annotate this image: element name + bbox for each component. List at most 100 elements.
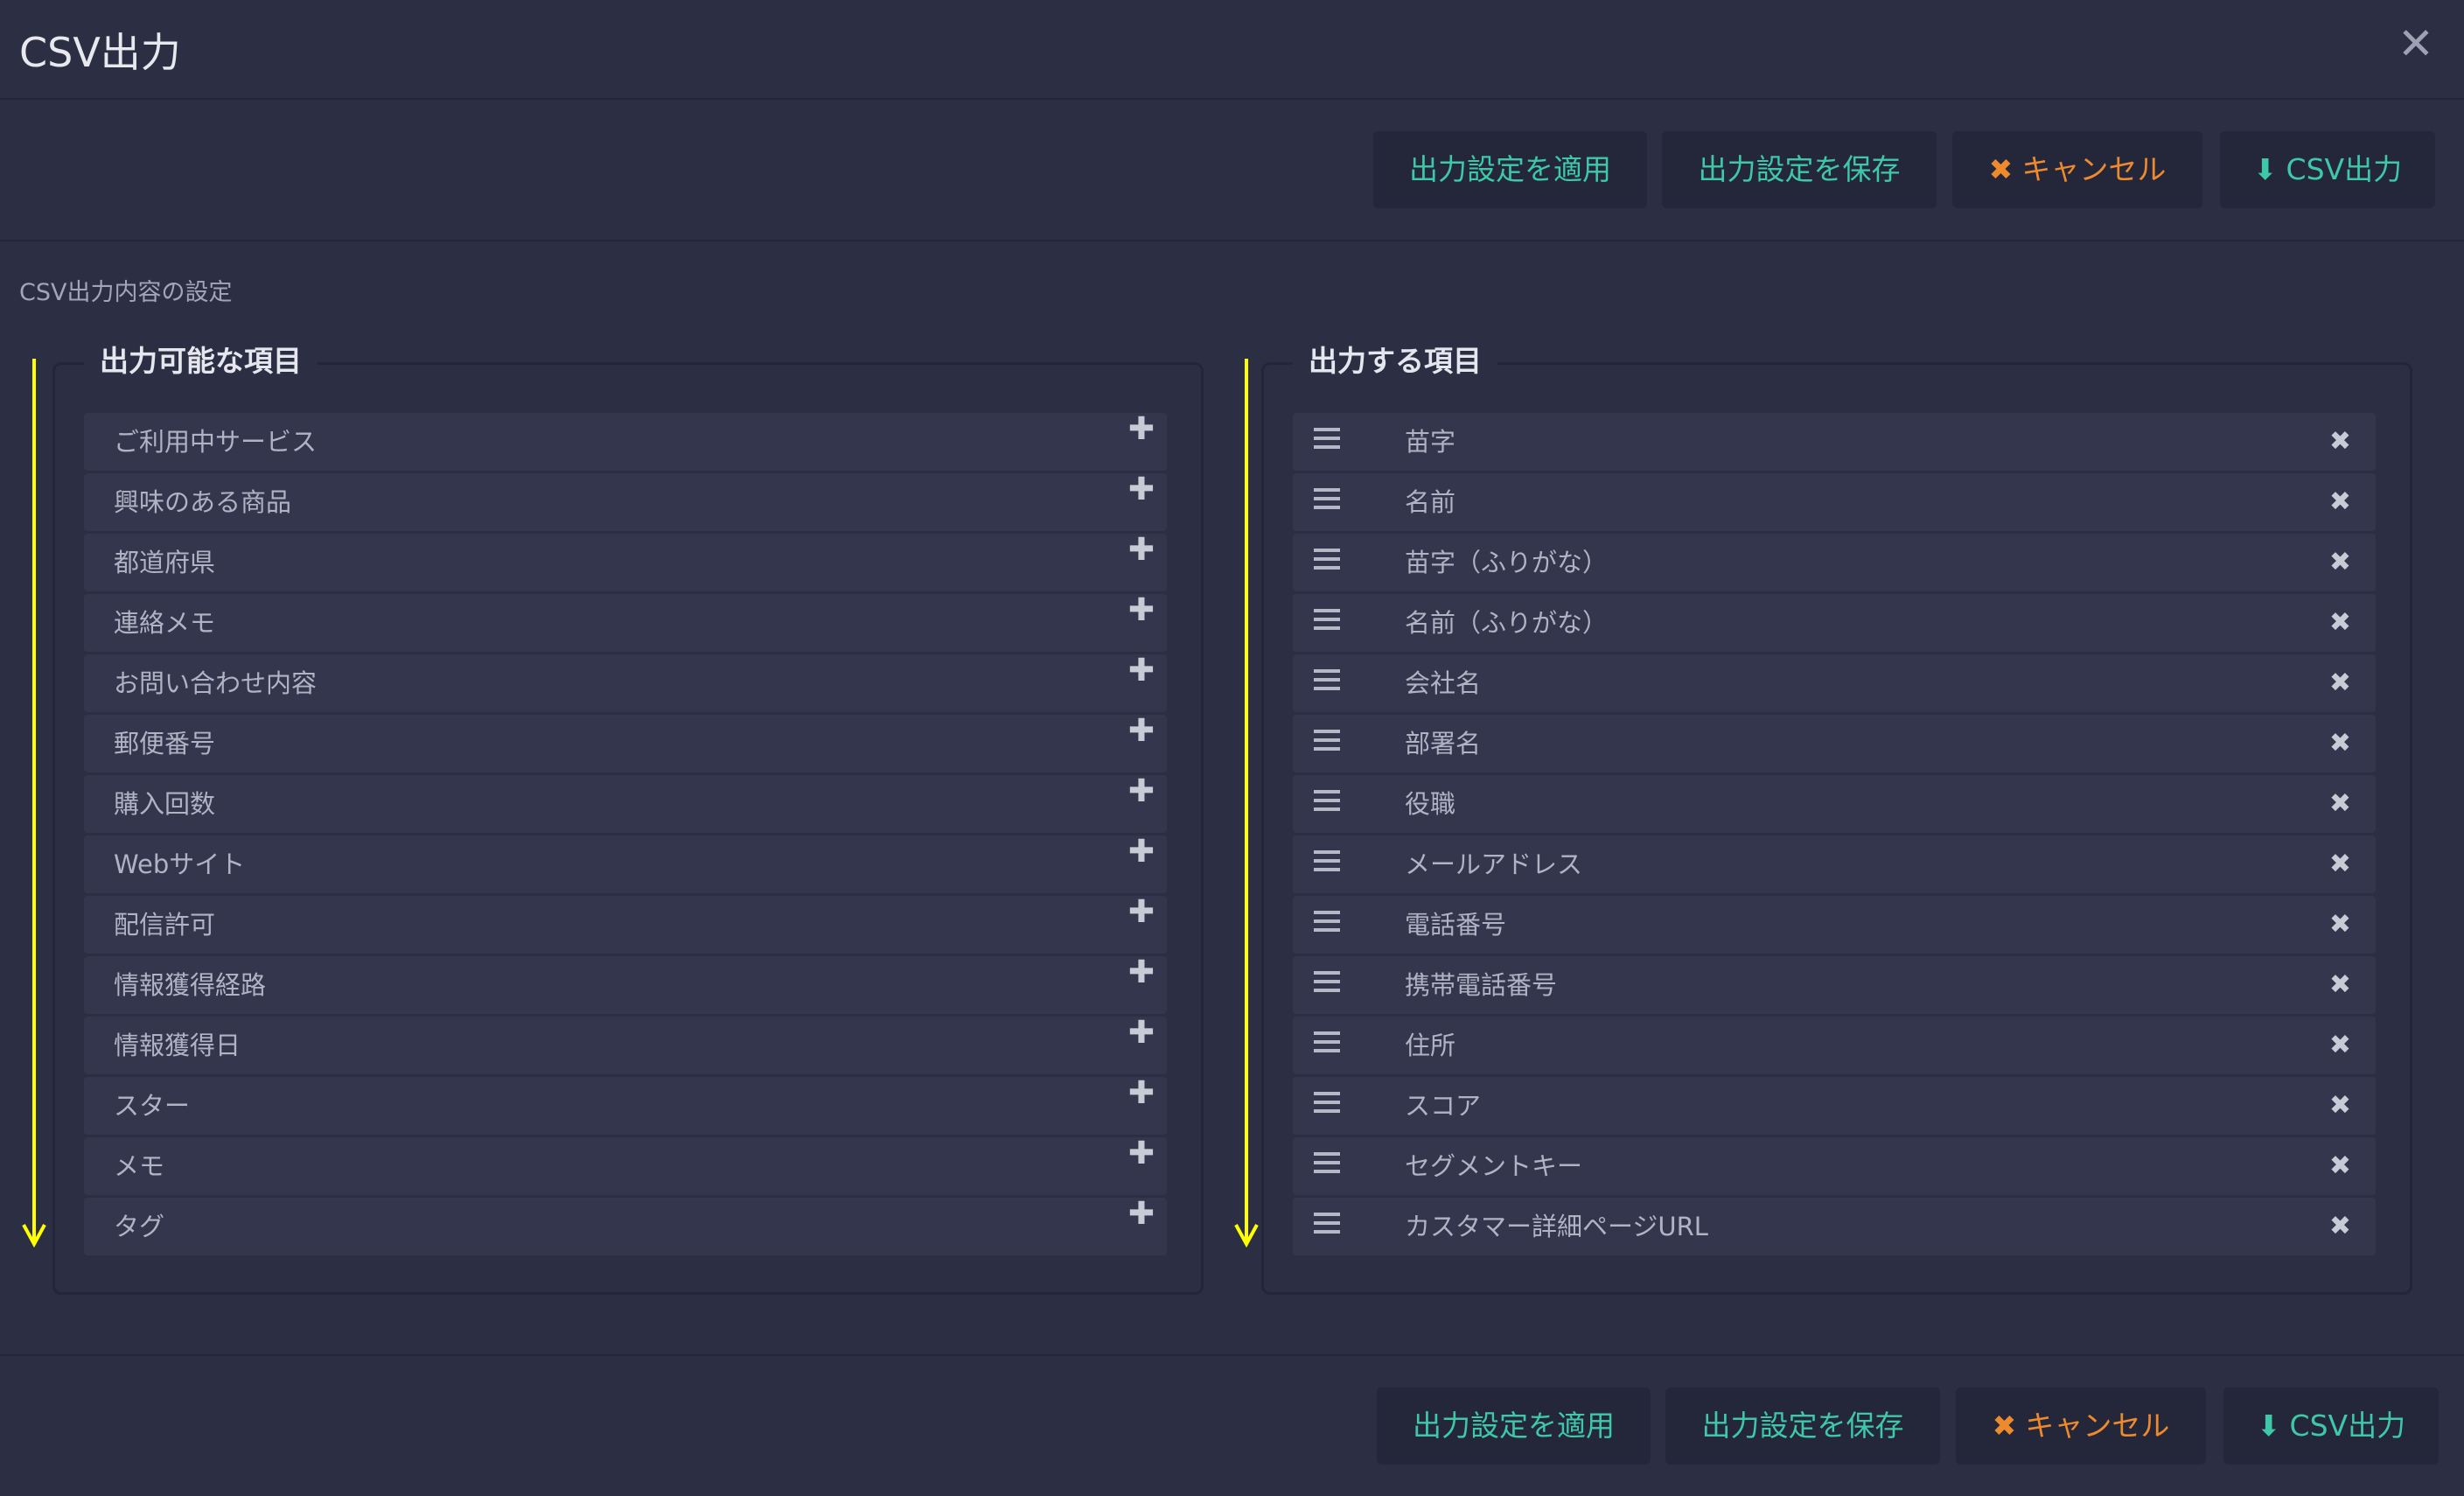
- available-field-item[interactable]: メモ ✚: [84, 1137, 1167, 1195]
- selected-field-item[interactable]: 携帯電話番号 ✖: [1293, 956, 2376, 1014]
- csv-export-button-label: CSV出力: [2289, 1409, 2406, 1443]
- available-field-label: タグ: [114, 1212, 165, 1241]
- available-field-label: 配信許可: [114, 910, 216, 940]
- available-field-item[interactable]: Webサイト ✚: [84, 835, 1167, 893]
- annotation-arrow-right: [1234, 359, 1259, 1248]
- available-field-item[interactable]: 都道府県 ✚: [84, 534, 1167, 591]
- drag-handle-icon[interactable]: [1314, 488, 1340, 511]
- available-field-item[interactable]: 郵便番号 ✚: [84, 715, 1167, 772]
- available-field-item[interactable]: タグ ✚: [84, 1198, 1167, 1255]
- remove-icon[interactable]: ✖: [2329, 594, 2351, 652]
- remove-icon[interactable]: ✖: [2329, 534, 2351, 591]
- selected-field-label: 苗字: [1405, 427, 1456, 457]
- remove-icon[interactable]: ✖: [2329, 1198, 2351, 1255]
- add-icon[interactable]: ✚: [1128, 474, 1155, 506]
- selected-field-item[interactable]: 名前 ✖: [1293, 473, 2376, 531]
- available-field-item[interactable]: 情報獲得日 ✚: [84, 1017, 1167, 1074]
- selected-field-item[interactable]: 苗字 ✖: [1293, 413, 2376, 471]
- add-icon[interactable]: ✚: [1128, 414, 1155, 445]
- drag-handle-icon[interactable]: [1314, 1031, 1340, 1054]
- add-icon[interactable]: ✚: [1128, 655, 1155, 687]
- remove-icon[interactable]: ✖: [2329, 473, 2351, 531]
- csv-export-button-bottom[interactable]: ⬇ CSV出力: [2223, 1388, 2439, 1465]
- remove-icon[interactable]: ✖: [2329, 1137, 2351, 1195]
- available-field-label: お問い合わせ内容: [114, 668, 318, 698]
- selected-field-item[interactable]: 住所 ✖: [1293, 1017, 2376, 1074]
- available-field-item[interactable]: 情報獲得経路 ✚: [84, 956, 1167, 1014]
- remove-icon[interactable]: ✖: [2329, 896, 2351, 954]
- apply-settings-button-bottom[interactable]: 出力設定を適用: [1377, 1388, 1651, 1465]
- cancel-button-bottom[interactable]: ✖ キャンセル: [1956, 1388, 2206, 1465]
- selected-field-label: 名前（ふりがな）: [1405, 608, 1609, 638]
- drag-handle-icon[interactable]: [1314, 428, 1340, 451]
- available-field-label: Webサイト: [114, 849, 246, 879]
- drag-handle-icon[interactable]: [1314, 730, 1340, 752]
- selected-field-item[interactable]: 役職 ✖: [1293, 775, 2376, 833]
- top-toolbar: 出力設定を適用 出力設定を保存 ✖ キャンセル ⬇ CSV出力: [0, 100, 2464, 241]
- remove-icon[interactable]: ✖: [2329, 775, 2351, 833]
- available-field-label: ご利用中サービス: [114, 427, 318, 457]
- drag-handle-icon[interactable]: [1314, 609, 1340, 632]
- add-icon[interactable]: ✚: [1128, 776, 1155, 807]
- available-field-item[interactable]: スター ✚: [84, 1077, 1167, 1135]
- cancel-button-label: キャンセル: [2021, 152, 2167, 186]
- save-settings-button-bottom[interactable]: 出力設定を保存: [1665, 1388, 1940, 1465]
- add-icon[interactable]: ✚: [1128, 1017, 1155, 1049]
- available-field-item[interactable]: 連絡メモ ✚: [84, 594, 1167, 652]
- available-field-item[interactable]: 配信許可 ✚: [84, 896, 1167, 954]
- drag-handle-icon[interactable]: [1314, 790, 1340, 813]
- selected-field-label: 住所: [1405, 1031, 1456, 1060]
- selected-field-item[interactable]: セグメントキー ✖: [1293, 1137, 2376, 1195]
- drag-handle-icon[interactable]: [1314, 1213, 1340, 1235]
- add-icon[interactable]: ✚: [1128, 1199, 1155, 1230]
- drag-handle-icon[interactable]: [1314, 1092, 1340, 1115]
- available-field-item[interactable]: 興味のある商品 ✚: [84, 473, 1167, 531]
- available-field-label: メモ: [114, 1151, 165, 1181]
- add-icon[interactable]: ✚: [1128, 535, 1155, 566]
- add-icon[interactable]: ✚: [1128, 1078, 1155, 1109]
- remove-icon[interactable]: ✖: [2329, 1077, 2351, 1135]
- add-icon[interactable]: ✚: [1128, 836, 1155, 868]
- drag-handle-icon[interactable]: [1314, 911, 1340, 933]
- selected-field-item[interactable]: 名前（ふりがな） ✖: [1293, 594, 2376, 652]
- available-field-label: 郵便番号: [114, 729, 216, 758]
- selected-field-item[interactable]: 電話番号 ✖: [1293, 896, 2376, 954]
- selected-field-item[interactable]: 苗字（ふりがな） ✖: [1293, 534, 2376, 591]
- cancel-button[interactable]: ✖ キャンセル: [1952, 131, 2202, 208]
- remove-icon[interactable]: ✖: [2329, 1017, 2351, 1074]
- remove-icon[interactable]: ✖: [2329, 413, 2351, 471]
- add-icon[interactable]: ✚: [1128, 716, 1155, 747]
- available-field-label: 情報獲得経路: [114, 970, 267, 1000]
- selected-field-item[interactable]: メールアドレス ✖: [1293, 835, 2376, 893]
- add-icon[interactable]: ✚: [1128, 1138, 1155, 1170]
- remove-icon[interactable]: ✖: [2329, 715, 2351, 772]
- selected-field-item[interactable]: カスタマー詳細ページURL ✖: [1293, 1198, 2376, 1255]
- add-icon[interactable]: ✚: [1128, 957, 1155, 989]
- selected-field-label: 会社名: [1405, 668, 1482, 698]
- drag-handle-icon[interactable]: [1314, 850, 1340, 873]
- available-fields-legend: 出力可能な項目: [84, 338, 318, 385]
- csv-export-button[interactable]: ⬇ CSV出力: [2220, 131, 2435, 208]
- selected-fields-legend: 出力する項目: [1293, 338, 1497, 385]
- add-icon[interactable]: ✚: [1128, 595, 1155, 626]
- available-fields-list: ご利用中サービス ✚ 興味のある商品 ✚ 都道府県 ✚ 連絡メモ ✚ お問い合わせ内容 ✚ 郵便番号…: [84, 413, 1167, 1258]
- apply-settings-button[interactable]: 出力設定を適用: [1373, 131, 1647, 208]
- add-icon[interactable]: ✚: [1128, 897, 1155, 928]
- selected-field-item[interactable]: 会社名 ✖: [1293, 654, 2376, 712]
- drag-handle-icon[interactable]: [1314, 549, 1340, 571]
- available-field-item[interactable]: お問い合わせ内容 ✚: [84, 654, 1167, 712]
- remove-icon[interactable]: ✖: [2329, 956, 2351, 1014]
- save-settings-button[interactable]: 出力設定を保存: [1662, 131, 1937, 208]
- selected-field-item[interactable]: 部署名 ✖: [1293, 715, 2376, 772]
- selected-field-label: 部署名: [1405, 729, 1482, 758]
- drag-handle-icon[interactable]: [1314, 971, 1340, 994]
- available-field-item[interactable]: ご利用中サービス ✚: [84, 413, 1167, 471]
- drag-handle-icon[interactable]: [1314, 1152, 1340, 1175]
- remove-icon[interactable]: ✖: [2329, 654, 2351, 712]
- available-field-item[interactable]: 購入回数 ✚: [84, 775, 1167, 833]
- annotation-arrow-left: [22, 359, 46, 1248]
- selected-field-item[interactable]: スコア ✖: [1293, 1077, 2376, 1135]
- close-icon[interactable]: ✕: [2395, 22, 2437, 66]
- remove-icon[interactable]: ✖: [2329, 835, 2351, 893]
- drag-handle-icon[interactable]: [1314, 669, 1340, 692]
